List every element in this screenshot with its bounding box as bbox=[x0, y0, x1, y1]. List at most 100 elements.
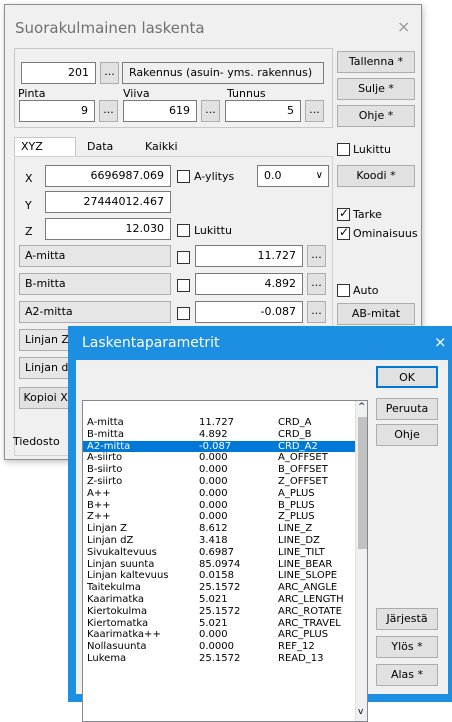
a2mitta-field[interactable]: -0.087 bbox=[195, 301, 303, 323]
list-item[interactable]: Taitekulma 25.1572 ARC_ANGLE bbox=[83, 582, 355, 593]
list-item-code: ARC_ANGLE bbox=[278, 582, 338, 594]
x-field[interactable]: 6696987.069 bbox=[45, 165, 171, 187]
list-item-code: CRD_B bbox=[278, 428, 312, 440]
list-item[interactable]: Sivukaltevuus 0.6987 LINE_TILT bbox=[83, 547, 355, 558]
list-item-name: Kaarimatka bbox=[87, 594, 145, 605]
list-item[interactable]: Linjan suunta 85.0974 LINE_BEAR bbox=[83, 559, 355, 570]
list-item[interactable]: A++ 0.000 A_PLUS bbox=[83, 488, 355, 499]
amitta-checkbox[interactable] bbox=[177, 251, 190, 264]
dialog-help-button[interactable]: Ohje bbox=[376, 424, 438, 446]
y-label: Y bbox=[25, 199, 32, 212]
ominaisuus-checkbox[interactable] bbox=[337, 225, 350, 240]
list-item[interactable]: A-siirto 0.000 A_OFFSET bbox=[83, 452, 355, 463]
code-field[interactable]: 201 bbox=[21, 62, 96, 84]
y-field[interactable]: 27444012.467 bbox=[45, 191, 171, 213]
list-item[interactable]: Linjan dZ 3.418 LINE_DZ bbox=[83, 535, 355, 546]
list-item-name: Lukema bbox=[87, 653, 127, 664]
lukittu-z-checkbox[interactable] bbox=[177, 224, 190, 237]
list-item-value: 0.000 bbox=[199, 476, 228, 487]
list-item-name: Linjan Z bbox=[87, 523, 127, 535]
close-button[interactable]: Sulje * bbox=[337, 78, 415, 100]
move-up-button[interactable]: Ylös * bbox=[376, 636, 438, 658]
pinta-browse-button[interactable]: ... bbox=[99, 100, 118, 122]
list-item[interactable]: Kiertomatka 5.021 ARC_TRAVEL bbox=[83, 618, 355, 629]
aylitys-checkbox[interactable] bbox=[177, 170, 190, 183]
list-item[interactable]: Linjan Z 8.612 LINE_Z bbox=[83, 523, 355, 534]
list-item[interactable]: Linjan kaltevuus 0.0158 LINE_SLOPE bbox=[83, 570, 355, 581]
bmitta-field[interactable]: 4.892 bbox=[195, 273, 303, 295]
list-item-code: B_PLUS bbox=[278, 499, 315, 511]
bmitta-label: B-mitta bbox=[19, 273, 171, 295]
list-item-code: LINE_BEAR bbox=[278, 558, 333, 570]
list-item[interactable]: Lukema 25.1572 READ_13 bbox=[83, 653, 355, 664]
list-item[interactable]: Nollasuunta 0.0000 REF_12 bbox=[83, 641, 355, 652]
list-item[interactable]: Z++ 0.000 Z_PLUS bbox=[83, 511, 355, 522]
list-item[interactable]: B++ 0.000 B_PLUS bbox=[83, 500, 355, 511]
list-item[interactable]: Kaarimatka 5.021 ARC_LENGTH bbox=[83, 594, 355, 605]
list-item-name: A-mitta bbox=[87, 417, 124, 428]
amitta-browse-button[interactable]: ... bbox=[307, 245, 326, 267]
move-down-button[interactable]: Alas * bbox=[376, 664, 438, 686]
koodi-button[interactable]: Koodi * bbox=[337, 165, 415, 187]
tiedosto-label: Tiedosto bbox=[13, 435, 60, 448]
ab-mitat-button[interactable]: AB-mitat bbox=[337, 303, 415, 325]
scroll-down-icon[interactable]: v bbox=[358, 707, 363, 717]
list-scrollbar[interactable]: ^ v bbox=[355, 401, 367, 721]
tunnus-browse-button[interactable]: ... bbox=[305, 100, 324, 122]
viiva-field[interactable]: 619 bbox=[123, 100, 197, 122]
a2mitta-browse-button[interactable]: ... bbox=[307, 301, 326, 323]
chevron-down-icon: ∨ bbox=[315, 170, 323, 181]
offset-combo[interactable]: 0.0 ∨ bbox=[257, 165, 329, 187]
viiva-browse-button[interactable]: ... bbox=[201, 100, 220, 122]
tab-xyz[interactable]: XYZ bbox=[14, 137, 76, 157]
dialog-close-icon[interactable]: × bbox=[434, 333, 447, 351]
list-item-value: 0.0000 bbox=[199, 641, 234, 653]
list-item-name: A-siirto bbox=[87, 452, 123, 464]
list-item[interactable]: Z-siirto 0.000 Z_OFFSET bbox=[83, 476, 355, 487]
list-item[interactable]: Kiertokulma 25.1572 ARC_ROTATE bbox=[83, 606, 355, 617]
cancel-button[interactable]: Peruuta bbox=[376, 398, 438, 420]
bmitta-checkbox[interactable] bbox=[177, 279, 190, 292]
list-item-code: READ_13 bbox=[278, 653, 324, 664]
list-item-code: B_OFFSET bbox=[278, 464, 328, 476]
lukittu-checkbox[interactable] bbox=[337, 143, 350, 156]
list-item-value: 0.000 bbox=[199, 629, 228, 641]
list-item-name: Taitekulma bbox=[87, 582, 141, 594]
pinta-field[interactable]: 9 bbox=[19, 100, 95, 122]
list-item[interactable]: B-siirto 0.000 B_OFFSET bbox=[83, 464, 355, 475]
list-item[interactable]: B-mitta 4.892 CRD_B bbox=[83, 429, 355, 440]
close-icon[interactable]: × bbox=[397, 17, 410, 36]
z-label: Z bbox=[25, 225, 33, 238]
z-field[interactable]: 12.030 bbox=[45, 218, 171, 240]
help-button[interactable]: Ohje * bbox=[337, 105, 415, 127]
list-item-name: Kiertomatka bbox=[87, 617, 149, 629]
list-item-code: Z_PLUS bbox=[278, 511, 315, 523]
tab-kaikki[interactable]: Kaikki bbox=[139, 138, 184, 156]
list-item[interactable]: Kaarimatka++ 0.000 ARC_PLUS bbox=[83, 629, 355, 640]
dialog-title: Laskentaparametrit bbox=[82, 335, 220, 351]
save-button[interactable]: Tallenna * bbox=[337, 51, 415, 73]
a2mitta-label: A2-mitta bbox=[19, 301, 171, 323]
tarke-checkbox[interactable] bbox=[337, 206, 350, 221]
tunnus-field[interactable]: 5 bbox=[225, 100, 301, 122]
list-item-value: 0.000 bbox=[199, 487, 228, 499]
scroll-thumb[interactable] bbox=[358, 417, 367, 549]
auto-checkbox[interactable] bbox=[337, 284, 350, 297]
ok-button[interactable]: OK bbox=[376, 366, 438, 388]
tarke-label: Tarke bbox=[353, 208, 382, 221]
tab-data[interactable]: Data bbox=[81, 138, 119, 156]
list-item[interactable]: A-mitta 11.727 CRD_A bbox=[83, 417, 355, 428]
amitta-field[interactable]: 11.727 bbox=[195, 245, 303, 267]
code-browse-button[interactable]: ... bbox=[100, 62, 119, 84]
sort-button[interactable]: Järjestä bbox=[376, 608, 438, 630]
bmitta-browse-button[interactable]: ... bbox=[307, 273, 326, 295]
scroll-up-icon[interactable]: ^ bbox=[358, 402, 366, 412]
list-item[interactable]: A2-mitta -0.087 CRD_A2 bbox=[83, 440, 355, 452]
list-item-value: 25.1572 bbox=[199, 582, 241, 594]
a2mitta-checkbox[interactable] bbox=[177, 307, 190, 320]
parameter-list[interactable]: A-mitta 11.727 CRD_A B-mitta 4.892 CRD_B A2-mi… bbox=[82, 400, 368, 722]
list-item-value: 0.0158 bbox=[199, 570, 234, 582]
list-item-code: ARC_TRAVEL bbox=[278, 617, 341, 629]
list-item-code: CRD_A2 bbox=[278, 440, 318, 452]
list-item-value: 0.000 bbox=[199, 499, 228, 511]
